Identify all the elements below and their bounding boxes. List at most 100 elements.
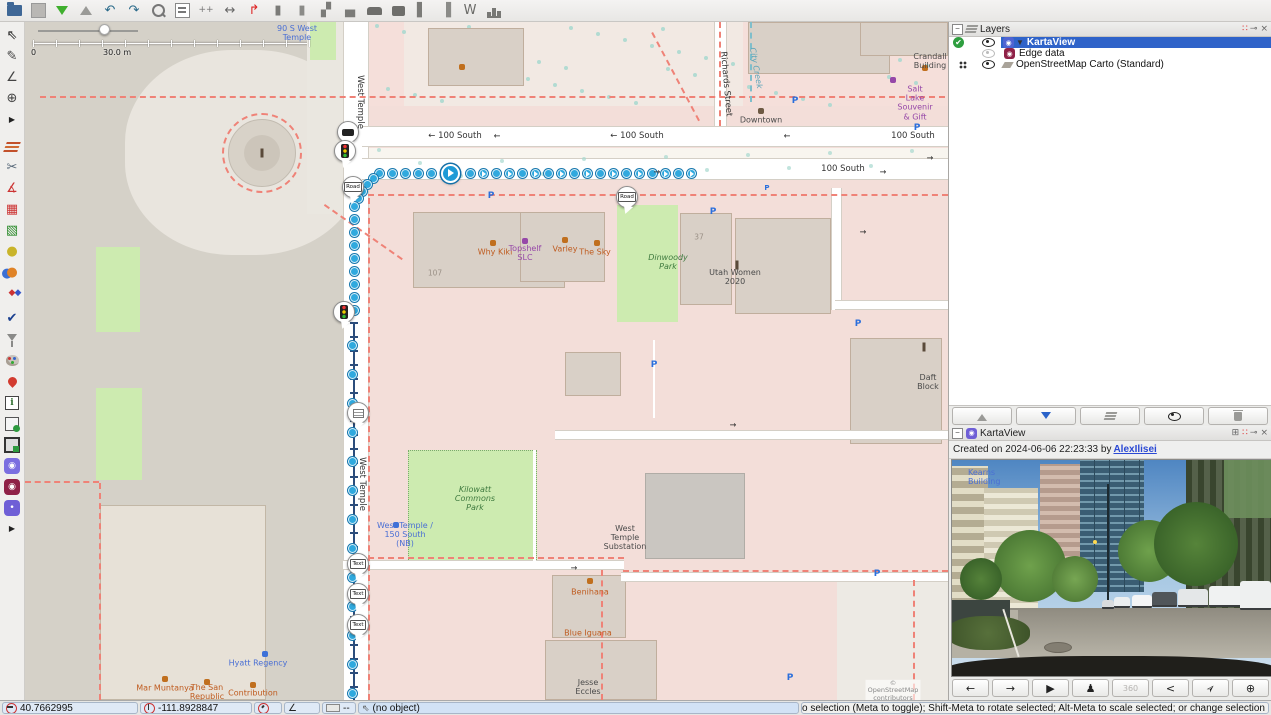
share-button[interactable]: < <box>1152 679 1189 697</box>
photo-marker[interactable] <box>687 169 696 178</box>
play-sequence-button[interactable]: ▶ <box>1032 679 1069 697</box>
photo-marker[interactable] <box>570 169 579 178</box>
photo-marker[interactable] <box>492 169 501 178</box>
photo-marker[interactable] <box>388 169 397 178</box>
toolbar-panel-toggle-4[interactable]: ▄ <box>338 1 362 21</box>
photo-marker[interactable] <box>401 169 410 178</box>
delete-layer-button[interactable] <box>1208 407 1268 425</box>
close-icon[interactable]: × <box>1260 25 1268 34</box>
photo-marker[interactable] <box>348 544 357 553</box>
toolbar-panel-toggle-3[interactable]: ▞ <box>314 1 338 21</box>
sidebar-filter-funnel[interactable] <box>1 329 23 350</box>
locate-button[interactable]: ➢ <box>1192 679 1229 697</box>
move-layer-up-button[interactable] <box>952 407 1012 425</box>
photo-marker[interactable] <box>348 660 357 669</box>
traffic-marker[interactable] <box>334 140 356 162</box>
photo-marker[interactable] <box>596 169 605 178</box>
grid-icon[interactable]: ⊞ <box>1232 429 1240 438</box>
sidebar-map-atlas[interactable]: ▧ <box>1 220 23 241</box>
move-layer-down-button[interactable] <box>1016 407 1076 425</box>
photo-marker[interactable] <box>609 169 618 178</box>
switch-viewer-button[interactable]: ♟ <box>1072 679 1109 697</box>
next-photo-button[interactable]: → <box>992 679 1029 697</box>
text-marker[interactable]: Text <box>347 583 369 605</box>
merge-layer-button[interactable] <box>1080 407 1140 425</box>
sidebar-mapillary-button[interactable]: ◉ <box>1 455 23 476</box>
text-marker[interactable]: Text <box>347 553 369 575</box>
photo-marker[interactable] <box>348 370 357 379</box>
sidebar-kartaview-edge-button[interactable]: ◉ <box>1 476 23 497</box>
toolbar-pole-1[interactable]: ▌ <box>410 1 434 21</box>
sidebar-improve-accuracy-tool[interactable]: ⊕ <box>1 88 23 109</box>
photo-marker[interactable] <box>350 254 359 263</box>
layer-row-osm-carto[interactable]: OpenStreetMap Carto (Standard) <box>949 59 1271 70</box>
toolbar-undo[interactable]: ↶ <box>98 1 122 21</box>
collapse-icon[interactable]: − <box>952 428 963 439</box>
toolbar-panel-toggle-1[interactable]: ▮ <box>266 1 290 21</box>
open-web-button[interactable]: ⊕ <box>1232 679 1269 697</box>
layer-row-kartaview[interactable]: ✔ ◉ ▼ KartaView <box>949 37 1271 48</box>
toolbar-panel-toggle-2[interactable]: ▮ <box>290 1 314 21</box>
sidebar-map-paint-palette[interactable] <box>1 350 23 371</box>
photo-marker[interactable] <box>348 689 357 698</box>
photo-marker[interactable] <box>466 169 475 178</box>
pin-icon[interactable]: ⊸ <box>1250 429 1258 438</box>
photo-marker[interactable] <box>531 169 540 178</box>
visibility-eye-icon[interactable] <box>982 49 995 58</box>
sidebar-validation-check[interactable]: ✔ <box>1 308 23 329</box>
photo-marker[interactable] <box>479 169 488 178</box>
sidebar-select-tool[interactable]: ⇖ <box>1 25 23 46</box>
sign-marker[interactable] <box>347 402 369 424</box>
panorama-360-button[interactable]: 360 <box>1112 679 1149 697</box>
text-marker[interactable]: Text <box>347 614 369 636</box>
toolbar-pole-2[interactable]: ▐ <box>434 1 458 21</box>
detach-icon[interactable]: ∷ <box>1242 25 1247 34</box>
photo-marker[interactable] <box>635 169 644 178</box>
toolbar-adjust-nodes[interactable]: ++ <box>194 1 218 21</box>
zoom-slider-track[interactable] <box>38 30 138 32</box>
photo-marker[interactable] <box>661 169 670 178</box>
visibility-eye-icon[interactable] <box>982 60 995 69</box>
toolbar-zoom-search[interactable] <box>146 1 170 21</box>
photo-marker[interactable] <box>350 215 359 224</box>
photo-marker[interactable] <box>350 228 359 237</box>
toolbar-distribute-nodes[interactable]: ↔ <box>218 1 242 21</box>
sidebar-info-panel[interactable]: i <box>1 392 23 413</box>
toolbar-save[interactable] <box>26 1 50 21</box>
photo-marker[interactable] <box>350 241 359 250</box>
previous-photo-button[interactable]: ← <box>952 679 989 697</box>
photo-marker[interactable] <box>348 515 357 524</box>
photo-marker[interactable] <box>350 267 359 276</box>
photo-marker[interactable] <box>583 169 592 178</box>
photo-marker[interactable] <box>505 169 514 178</box>
toolbar-upload-data[interactable] <box>74 1 98 21</box>
photo-marker[interactable] <box>350 280 359 289</box>
close-icon[interactable]: × <box>1260 429 1268 438</box>
toolbar-vehicle-car[interactable] <box>362 1 386 21</box>
toolbar-vehicle-bus[interactable] <box>386 1 410 21</box>
photo-marker[interactable] <box>350 293 359 302</box>
sidebar-validator-diamonds[interactable]: ◆ <box>1 283 23 304</box>
street-photo[interactable]: Kearns Building <box>951 459 1271 677</box>
sidebar-expand-bottom-arrow[interactable]: ▶ <box>1 518 23 539</box>
sidebar-expand-tools-arrow[interactable]: ▶ <box>1 109 23 130</box>
zoom-slider-knob[interactable] <box>99 24 110 35</box>
photo-marker[interactable] <box>414 169 423 178</box>
road-marker[interactable]: Road <box>616 186 638 208</box>
toolbar-preferences[interactable] <box>170 1 194 21</box>
sidebar-knife-tool[interactable]: ✂ <box>1 157 23 178</box>
detach-icon[interactable]: ∷ <box>1242 429 1247 438</box>
sidebar-kartaview-button[interactable]: • <box>1 497 23 518</box>
toolbar-open-file[interactable] <box>2 1 26 21</box>
sidebar-authors-people[interactable]: ● <box>1 262 23 283</box>
photo-marker[interactable] <box>674 169 683 178</box>
map-canvas[interactable]: 0 30.0 m West TempleWest TempleRichards … <box>25 22 948 700</box>
sidebar-measurement-tool[interactable]: ∡ <box>1 178 23 199</box>
photo-marker[interactable] <box>518 169 527 178</box>
traffic-marker[interactable] <box>333 301 355 323</box>
author-link[interactable]: AlexIlisei <box>1113 444 1156 455</box>
photo-marker[interactable] <box>348 341 357 350</box>
road-marker[interactable]: Road <box>342 176 364 198</box>
photo-marker[interactable] <box>544 169 553 178</box>
toggle-visibility-button[interactable] <box>1144 407 1204 425</box>
